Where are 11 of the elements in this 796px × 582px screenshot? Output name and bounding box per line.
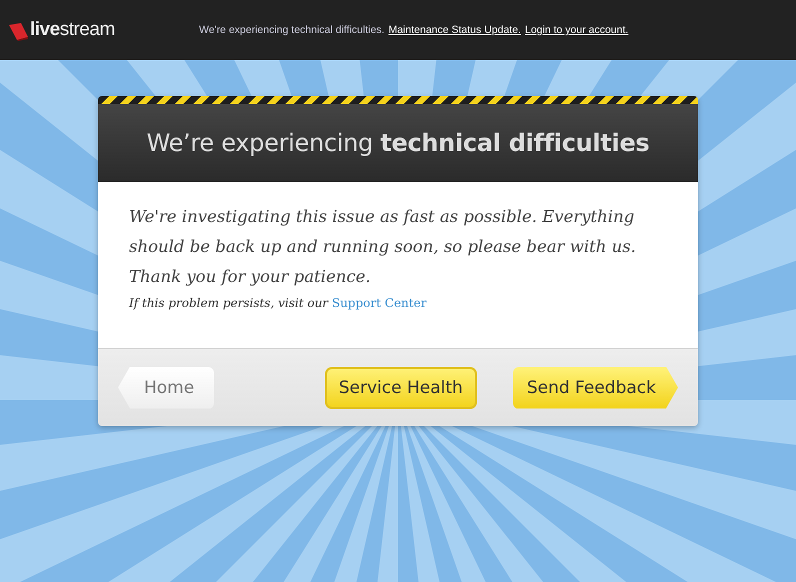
notice-text: We're experiencing technical difficulties. xyxy=(199,24,384,36)
nav-button[interactable]: Service Health xyxy=(324,366,477,408)
card-title: We’re experiencing technical difficulties xyxy=(146,129,650,157)
nav-button[interactable]: Send Feedback xyxy=(512,366,678,408)
nav-button[interactable]: Home xyxy=(118,366,214,408)
header-link[interactable]: Login to your account. xyxy=(524,24,628,36)
logo-wordmark[interactable]: livestream xyxy=(30,19,115,41)
logo-icon xyxy=(9,23,29,41)
message-text: We're investigating this issue as fast as possible. Everything should be back up and running soon, so please bear with us. Thank you for your patience. xyxy=(129,206,637,288)
header-link[interactable]: Maintenance Status Update. xyxy=(388,24,521,36)
support-note: If this problem persists, visit our Support Center xyxy=(129,296,428,310)
